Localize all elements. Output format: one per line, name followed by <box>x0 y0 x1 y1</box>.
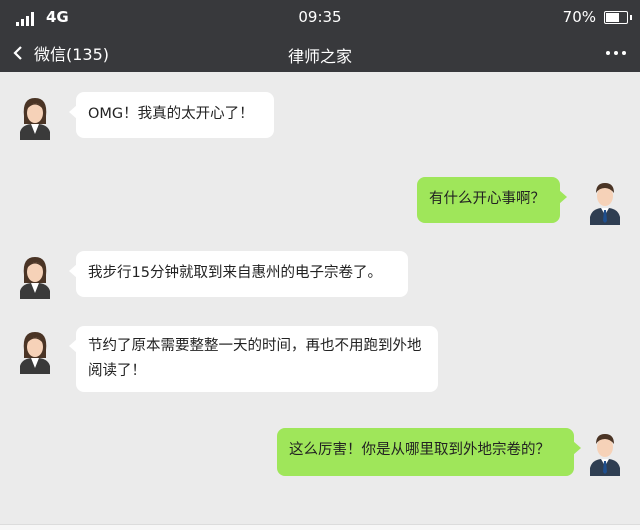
message-bubble-incoming[interactable]: OMG！我真的太开心了！ <box>69 92 274 138</box>
message-bubble-incoming[interactable]: 我步行15分钟就取到来自惠州的电子宗卷了。 <box>69 251 408 297</box>
male-avatar-icon[interactable] <box>588 179 622 225</box>
female-avatar-icon[interactable] <box>18 253 52 299</box>
female-avatar-icon[interactable] <box>18 328 52 374</box>
chevron-left-icon <box>13 46 22 60</box>
message-bubble-outgoing[interactable]: 有什么开心事啊？ <box>417 177 567 223</box>
message-bubble-incoming[interactable]: 节约了原本需要整整一天的时间，再也不用跑到外地阅读了！ <box>69 326 438 392</box>
message-bubble-outgoing[interactable]: 这么厉害！你是从哪里取到外地宗卷的？ <box>277 428 581 476</box>
female-avatar-icon[interactable] <box>18 94 52 140</box>
input-bar-edge <box>0 524 640 530</box>
male-avatar-icon[interactable] <box>588 430 622 476</box>
battery-percentage: 70% <box>562 8 596 26</box>
more-dots-icon[interactable] <box>604 41 628 65</box>
status-bar: 4G 09:35 70% <box>0 0 640 34</box>
back-button[interactable]: 微信(135) <box>12 36 109 70</box>
clock: 09:35 <box>298 8 342 26</box>
back-label: 微信(135) <box>34 45 110 64</box>
chat-header: 微信(135) 律师之家 <box>0 34 640 72</box>
battery-icon <box>604 11 632 24</box>
